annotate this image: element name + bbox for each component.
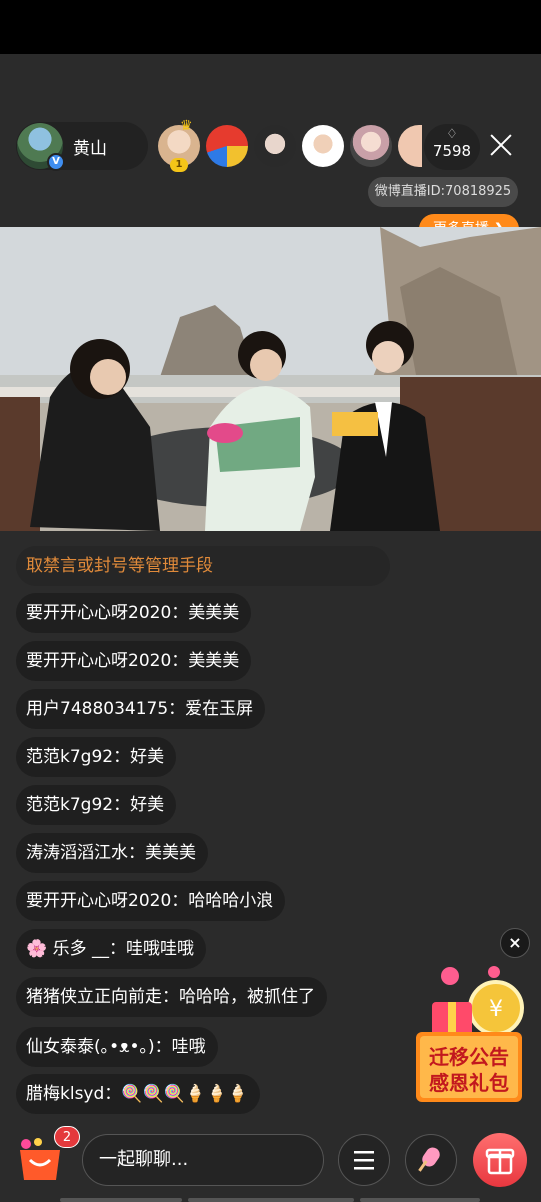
chat-text: 美美美 bbox=[188, 651, 240, 671]
chat-input[interactable]: 一起聊聊... bbox=[82, 1134, 324, 1186]
viewer-count-value: 7598 bbox=[432, 142, 472, 160]
chat-user[interactable]: 要开开心心呀2020： bbox=[26, 891, 188, 911]
promo-line1: 迁移公告 bbox=[429, 1045, 509, 1069]
viewer-count[interactable]: ♢ 7598 bbox=[424, 124, 480, 170]
chat-user[interactable]: 要开开心心呀2020： bbox=[26, 651, 188, 671]
chat-user[interactable]: 范范k7g92： bbox=[26, 747, 130, 767]
chat-message[interactable]: 范范k7g92：好美 bbox=[16, 785, 177, 825]
viewer-avatar[interactable] bbox=[350, 125, 392, 167]
chat-user[interactable]: 要开开心心呀2020： bbox=[26, 603, 188, 623]
cart-badge: 2 bbox=[54, 1126, 80, 1148]
chat-message[interactable]: 要开开心心呀2020：美美美 bbox=[16, 593, 252, 633]
chat-message[interactable]: 🌸 乐多 __：哇哦哇哦 bbox=[16, 929, 206, 969]
chat-message[interactable]: 涛涛滔滔江水：美美美 bbox=[16, 833, 208, 873]
chat-user[interactable]: 仙女泰泰(｡•ᴥ•｡)： bbox=[26, 1037, 172, 1057]
chat-message[interactable]: 仙女泰泰(｡•ᴥ•｡)：哇哦 bbox=[16, 1027, 218, 1067]
promo-line2: 感恩礼包 bbox=[429, 1071, 509, 1095]
chat-text: 爱在玉屏 bbox=[185, 699, 254, 719]
host-info[interactable]: V 黄山 bbox=[16, 122, 148, 171]
promo-close-icon[interactable]: × bbox=[500, 928, 530, 958]
chat-text: 哈哈哈，被抓住了 bbox=[179, 987, 315, 1007]
host-avatar[interactable]: V bbox=[17, 123, 65, 171]
chat-text: 🍭🍭🍭🍦🍦🍦 bbox=[121, 1084, 249, 1104]
promo-banner[interactable]: ¥ 迁移公告 感恩礼包 bbox=[412, 960, 527, 1105]
chat-text: 哇哦哇哦 bbox=[125, 939, 194, 959]
chat-user[interactable]: 范范k7g92： bbox=[26, 795, 130, 815]
chat-user[interactable]: 🌸 乐多 __： bbox=[26, 939, 126, 959]
chat-message[interactable]: 腊梅klsyd：🍭🍭🍭🍦🍦🍦 bbox=[16, 1074, 261, 1114]
viewer-rank-badge: 1 bbox=[170, 158, 188, 172]
viewer-avatar[interactable] bbox=[206, 125, 248, 167]
video-scene bbox=[0, 227, 541, 531]
scroll-indicator bbox=[60, 1198, 182, 1202]
menu-button[interactable] bbox=[338, 1134, 390, 1186]
chat-user[interactable]: 腊梅klsyd： bbox=[26, 1084, 121, 1104]
host-name: 黄山 bbox=[73, 138, 107, 159]
verified-badge-icon: V bbox=[47, 153, 65, 171]
scroll-indicator bbox=[188, 1198, 354, 1202]
crown-icon: ♛ bbox=[180, 118, 193, 134]
viewer-avatar[interactable] bbox=[398, 125, 422, 167]
promo-graphic: ¥ 迁移公告 感恩礼包 bbox=[416, 966, 524, 1102]
live-video[interactable] bbox=[0, 227, 541, 531]
popsicle-button[interactable] bbox=[405, 1134, 457, 1186]
chat-text: 好美 bbox=[130, 747, 165, 767]
svg-text:¥: ¥ bbox=[489, 997, 503, 1022]
gift-button[interactable] bbox=[473, 1133, 527, 1187]
chat-message[interactable]: 范范k7g92：好美 bbox=[16, 737, 177, 777]
chat-text: 哈哈哈小浪 bbox=[188, 891, 274, 911]
chat-text: 好美 bbox=[130, 795, 165, 815]
gift-icon bbox=[485, 1148, 515, 1175]
system-notice: 取禁言或封号等管理手段 bbox=[16, 546, 390, 586]
viewer-avatar[interactable] bbox=[254, 125, 296, 167]
flame-icon: ♢ bbox=[446, 127, 458, 142]
chat-user[interactable]: 猪猪侠立正向前走： bbox=[26, 987, 179, 1007]
popsicle-icon bbox=[418, 1147, 440, 1172]
viewer-avatar[interactable] bbox=[302, 125, 344, 167]
live-id: 微博直播ID:70818925 bbox=[368, 177, 518, 207]
chat-text: 美美美 bbox=[145, 843, 196, 863]
chat-message[interactable]: 要开开心心呀2020：美美美 bbox=[16, 641, 252, 681]
chat-user[interactable]: 用户7488034175： bbox=[26, 699, 185, 719]
close-icon[interactable] bbox=[486, 130, 516, 160]
chat-text: 美美美 bbox=[188, 603, 240, 623]
chat-message[interactable]: 要开开心心呀2020：哈哈哈小浪 bbox=[16, 881, 286, 921]
status-bar bbox=[0, 0, 541, 54]
scroll-indicator bbox=[360, 1198, 480, 1202]
chat-message[interactable]: 用户7488034175：爱在玉屏 bbox=[16, 689, 266, 729]
chat-text: 哇哦 bbox=[171, 1037, 206, 1057]
chat-user[interactable]: 涛涛滔滔江水： bbox=[26, 843, 145, 863]
chat-message[interactable]: 猪猪侠立正向前走：哈哈哈，被抓住了 bbox=[16, 977, 327, 1017]
menu-icon bbox=[354, 1151, 374, 1170]
